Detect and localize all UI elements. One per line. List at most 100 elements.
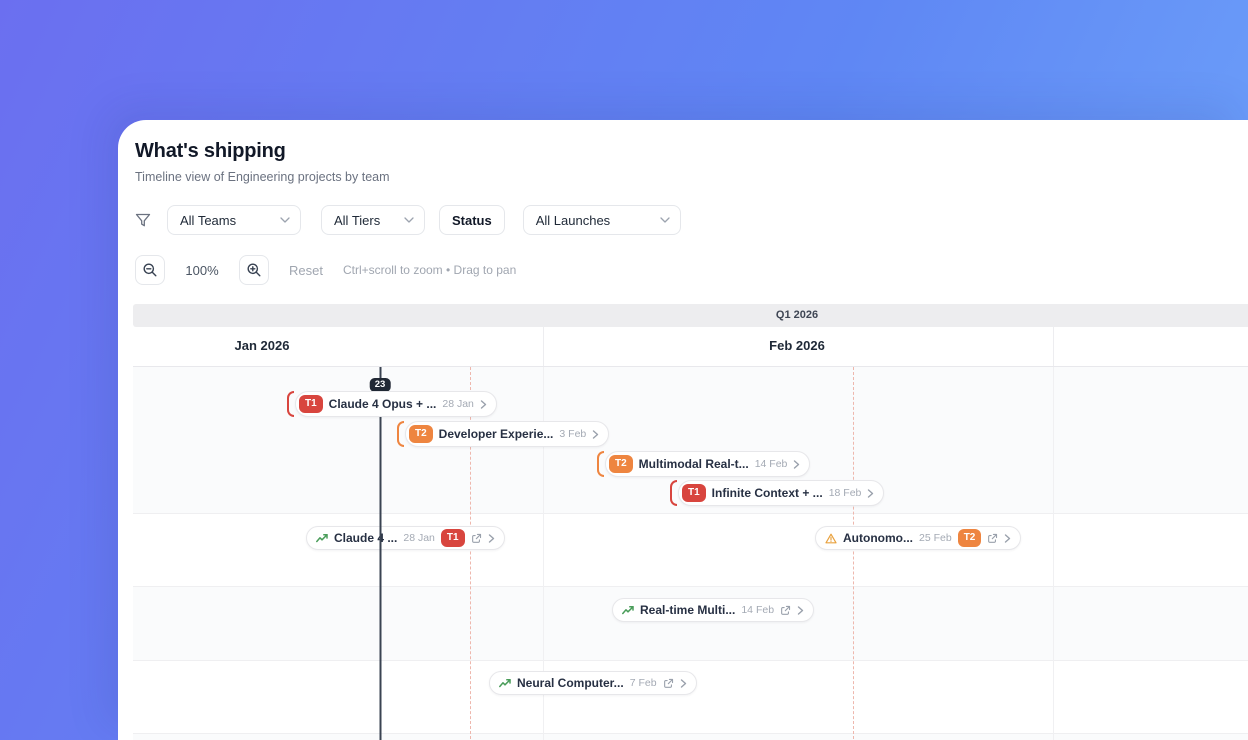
pill-body: Neural Computer... 7 Feb [489, 671, 697, 695]
whats-shipping-panel: What's shipping Timeline view of Enginee… [118, 120, 1248, 740]
page-title: What's shipping [135, 140, 286, 162]
pill-body: T1 Infinite Context + ... 18 Feb [678, 480, 885, 506]
month-boundary-line [1053, 327, 1054, 366]
zoom-pan-hint: Ctrl+scroll to zoom • Drag to pan [342, 263, 517, 277]
month-boundary-line [543, 327, 544, 366]
pill-body: Real-time Multi... 14 Feb [612, 598, 815, 622]
month-label-jan: Jan 2026 [234, 338, 290, 353]
milestone-date: 18 Feb [828, 487, 862, 499]
launch-date: 14 Feb [741, 604, 775, 616]
filter-funnel-icon [135, 213, 151, 226]
today-marker-line [379, 367, 381, 740]
pill-body: T1 Claude 4 Opus + ... 28 Jan [295, 391, 497, 417]
launch-pill[interactable]: Real-time Multi... 14 Feb [612, 598, 815, 622]
magnifier-minus-icon [143, 263, 157, 277]
tier-badge: T1 [682, 484, 706, 502]
tiers-filter-select[interactable]: All Tiers [321, 205, 425, 235]
chevron-right-icon [488, 533, 494, 543]
pill-body: T2 Multimodal Real-t... 14 Feb [605, 451, 811, 477]
launch-title: Neural Computer... [517, 676, 624, 690]
chevron-right-icon [868, 488, 874, 498]
milestone-title: Developer Experie... [438, 427, 554, 441]
chevron-right-icon [794, 459, 800, 469]
chevron-down-icon [660, 217, 670, 223]
timeline-row [133, 514, 1248, 587]
launch-date: 7 Feb [629, 677, 657, 689]
milestone-date: 3 Feb [559, 428, 587, 440]
status-filter-label: Status [452, 212, 492, 228]
trending-up-icon [622, 606, 634, 615]
launch-title: Claude 4 ... [334, 531, 398, 545]
magnifier-plus-icon [247, 263, 261, 277]
launch-pill[interactable]: Neural Computer... 7 Feb [489, 671, 697, 695]
milestone-title: Multimodal Real-t... [638, 457, 749, 471]
zoom-in-button[interactable] [239, 255, 269, 285]
milestone-title: Claude 4 Opus + ... [328, 397, 437, 411]
timeline-grid[interactable]: 23 T1 Claude 4 Opus + ... 28 Jan T2 Deve [133, 367, 1248, 740]
chevron-right-icon [680, 678, 686, 688]
chevron-right-icon [797, 605, 804, 615]
tiers-filter-value: All Tiers [334, 212, 381, 228]
pill-body: T2 Developer Experie... 3 Feb [405, 421, 610, 447]
chevron-right-icon [593, 429, 599, 439]
launch-date: 25 Feb [918, 532, 952, 544]
trending-up-icon [499, 679, 511, 688]
launches-filter-select[interactable]: All Launches [522, 205, 681, 235]
zoom-toolbar: 100% Reset Ctrl+scroll to zoom • Drag to… [135, 255, 1248, 285]
filter-controls: All Teams All Tiers Status All Launches [167, 205, 681, 235]
external-link-icon [988, 533, 998, 543]
milestone-pill[interactable]: T1 Infinite Context + ... 18 Feb [670, 480, 885, 506]
tier-badge: T2 [957, 529, 982, 547]
milestone-date-dashed-line [853, 367, 854, 740]
tier-badge: T1 [299, 395, 323, 413]
quarter-header-band: Q1 2026 [133, 304, 1248, 327]
external-link-icon [663, 678, 673, 688]
reset-zoom-button[interactable]: Reset [289, 263, 323, 278]
status-filter-button[interactable]: Status [439, 205, 505, 235]
pill-body: Claude 4 ... 28 Jan T1 [306, 526, 505, 550]
milestone-title: Infinite Context + ... [711, 486, 823, 500]
launches-filter-value: All Launches [535, 212, 611, 228]
chevron-right-icon [1005, 533, 1011, 543]
bar-start-bracket [597, 451, 604, 477]
timeline-row [133, 734, 1248, 740]
teams-filter-value: All Teams [180, 212, 237, 228]
warning-triangle-icon [825, 533, 837, 543]
bar-start-bracket [287, 391, 294, 417]
chevron-right-icon [480, 399, 487, 409]
milestone-pill[interactable]: T2 Multimodal Real-t... 14 Feb [597, 451, 811, 477]
tier-badge: T1 [440, 529, 465, 547]
launch-title: Autonomo... [843, 531, 913, 545]
launch-date: 28 Jan [403, 532, 435, 544]
page-subtitle: Timeline view of Engineering projects by… [135, 170, 390, 184]
chevron-down-icon [280, 217, 290, 223]
launch-pill[interactable]: Autonomo... 25 Feb T2 [815, 526, 1022, 550]
month-header-row: Jan 2026 Feb 2026 [133, 327, 1248, 367]
trending-up-icon [316, 534, 328, 543]
external-link-icon [781, 605, 791, 615]
launch-pill[interactable]: Claude 4 ... 28 Jan T1 [306, 526, 505, 550]
zoom-out-button[interactable] [135, 255, 165, 285]
chevron-down-icon [404, 217, 414, 223]
pill-body: Autonomo... 25 Feb T2 [815, 526, 1022, 550]
page-background: { "page": { "title": "What's shipping", … [0, 0, 1248, 740]
bar-start-bracket [670, 480, 677, 506]
external-link-icon [471, 533, 481, 543]
month-label-feb: Feb 2026 [769, 338, 825, 353]
quarter-label: Q1 2026 [775, 309, 819, 321]
tier-badge: T2 [609, 455, 633, 473]
tier-badge: T2 [409, 425, 433, 443]
milestone-pill[interactable]: T1 Claude 4 Opus + ... 28 Jan [287, 391, 497, 417]
zoom-level-value: 100% [185, 262, 219, 278]
bar-start-bracket [397, 421, 404, 447]
filter-bar: All Teams All Tiers Status All Launches [135, 205, 1248, 235]
milestone-pill[interactable]: T2 Developer Experie... 3 Feb [397, 421, 610, 447]
timeline: Q1 2026 Jan 2026 Feb 2026 23 T1 Claude 4… [133, 304, 1248, 740]
milestone-date: 14 Feb [754, 458, 788, 470]
launch-title: Real-time Multi... [640, 603, 736, 617]
teams-filter-select[interactable]: All Teams [167, 205, 301, 235]
today-marker-badge: 23 [369, 378, 391, 392]
panel-header: What's shipping Timeline view of Enginee… [118, 120, 1248, 184]
month-boundary-gridline [1053, 367, 1054, 740]
milestone-date: 28 Jan [442, 398, 474, 410]
